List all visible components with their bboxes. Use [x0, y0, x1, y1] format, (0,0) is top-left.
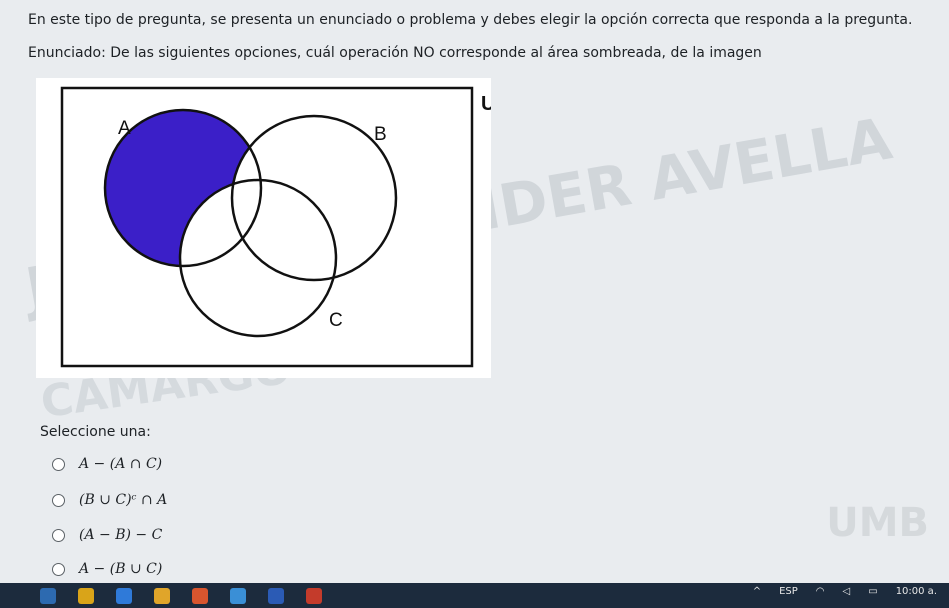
mail-icon[interactable] — [230, 587, 246, 604]
start-icon[interactable] — [40, 587, 56, 604]
option-4[interactable]: A − (B ∪ C) — [52, 561, 162, 577]
watermark-logo: UMB — [826, 500, 929, 546]
option-2[interactable]: (B ∪ C)ᶜ ∩ A — [52, 492, 167, 508]
universe-label: U — [481, 93, 491, 115]
radio-button[interactable] — [52, 528, 65, 542]
word-icon[interactable] — [268, 587, 284, 604]
radio-button[interactable] — [52, 493, 65, 507]
browser-icon[interactable] — [116, 587, 132, 604]
set-c-label: C — [329, 310, 343, 331]
option-label: A − (A ∩ C) — [79, 456, 163, 472]
instructions-text: En este tipo de pregunta, se presenta un… — [28, 12, 913, 28]
battery-icon[interactable]: ▭ — [868, 586, 877, 597]
venn-diagram: U A B C — [36, 78, 491, 378]
taskbar: ^ ESP ◠ ◁ ▭ 10:00 a. — [0, 583, 949, 608]
option-label: (B ∪ C)ᶜ ∩ A — [79, 492, 168, 508]
radio-button[interactable] — [52, 562, 65, 576]
language-indicator[interactable]: ESP — [779, 586, 798, 597]
option-label: A − (B ∪ C) — [79, 561, 163, 577]
folder-icon[interactable] — [78, 587, 94, 604]
chevron-up-icon[interactable]: ^ — [753, 586, 761, 597]
shaded-region — [105, 110, 261, 266]
radio-button[interactable] — [52, 457, 65, 471]
option-3[interactable]: (A − B) − C — [52, 527, 162, 543]
volume-icon[interactable]: ◁ — [843, 586, 851, 597]
option-1[interactable]: A − (A ∩ C) — [52, 456, 162, 472]
wifi-icon[interactable]: ◠ — [816, 586, 825, 597]
set-b-label: B — [374, 124, 387, 145]
clock[interactable]: 10:00 a. — [896, 586, 937, 597]
powerpoint-icon[interactable] — [306, 587, 322, 604]
option-label: (A − B) − C — [79, 527, 163, 543]
set-a-label: A — [118, 118, 131, 139]
system-tray: ^ ESP ◠ ◁ ▭ 10:00 a. — [753, 586, 937, 597]
statement-text: Enunciado: De las siguientes opciones, c… — [28, 45, 762, 61]
chrome-icon[interactable] — [192, 587, 208, 604]
app-icon[interactable] — [154, 587, 170, 604]
select-prompt: Seleccione una: — [40, 424, 151, 440]
